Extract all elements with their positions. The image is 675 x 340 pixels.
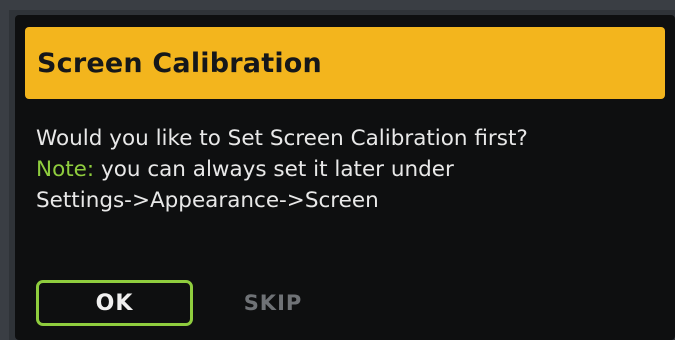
calibration-dialog: Screen Calibration Would you like to Set… bbox=[15, 15, 675, 340]
message-line-settings-path: Settings->Appearance->Screen bbox=[36, 188, 379, 213]
ok-button[interactable]: OK bbox=[36, 280, 193, 326]
dialog-title: Screen Calibration bbox=[37, 47, 322, 79]
dialog-message: Would you like to Set Screen Calibration… bbox=[36, 123, 656, 216]
note-label: Note: bbox=[36, 157, 95, 182]
skip-button[interactable]: SKIP bbox=[223, 280, 323, 326]
message-line-question: Would you like to Set Screen Calibration… bbox=[36, 126, 528, 151]
ok-button-label: OK bbox=[95, 290, 134, 316]
dialog-title-bar: Screen Calibration bbox=[25, 27, 665, 99]
skip-button-label: SKIP bbox=[243, 291, 303, 315]
message-line-note: Note: you can always set it later under bbox=[36, 154, 656, 185]
note-text: you can always set it later under bbox=[94, 157, 454, 182]
